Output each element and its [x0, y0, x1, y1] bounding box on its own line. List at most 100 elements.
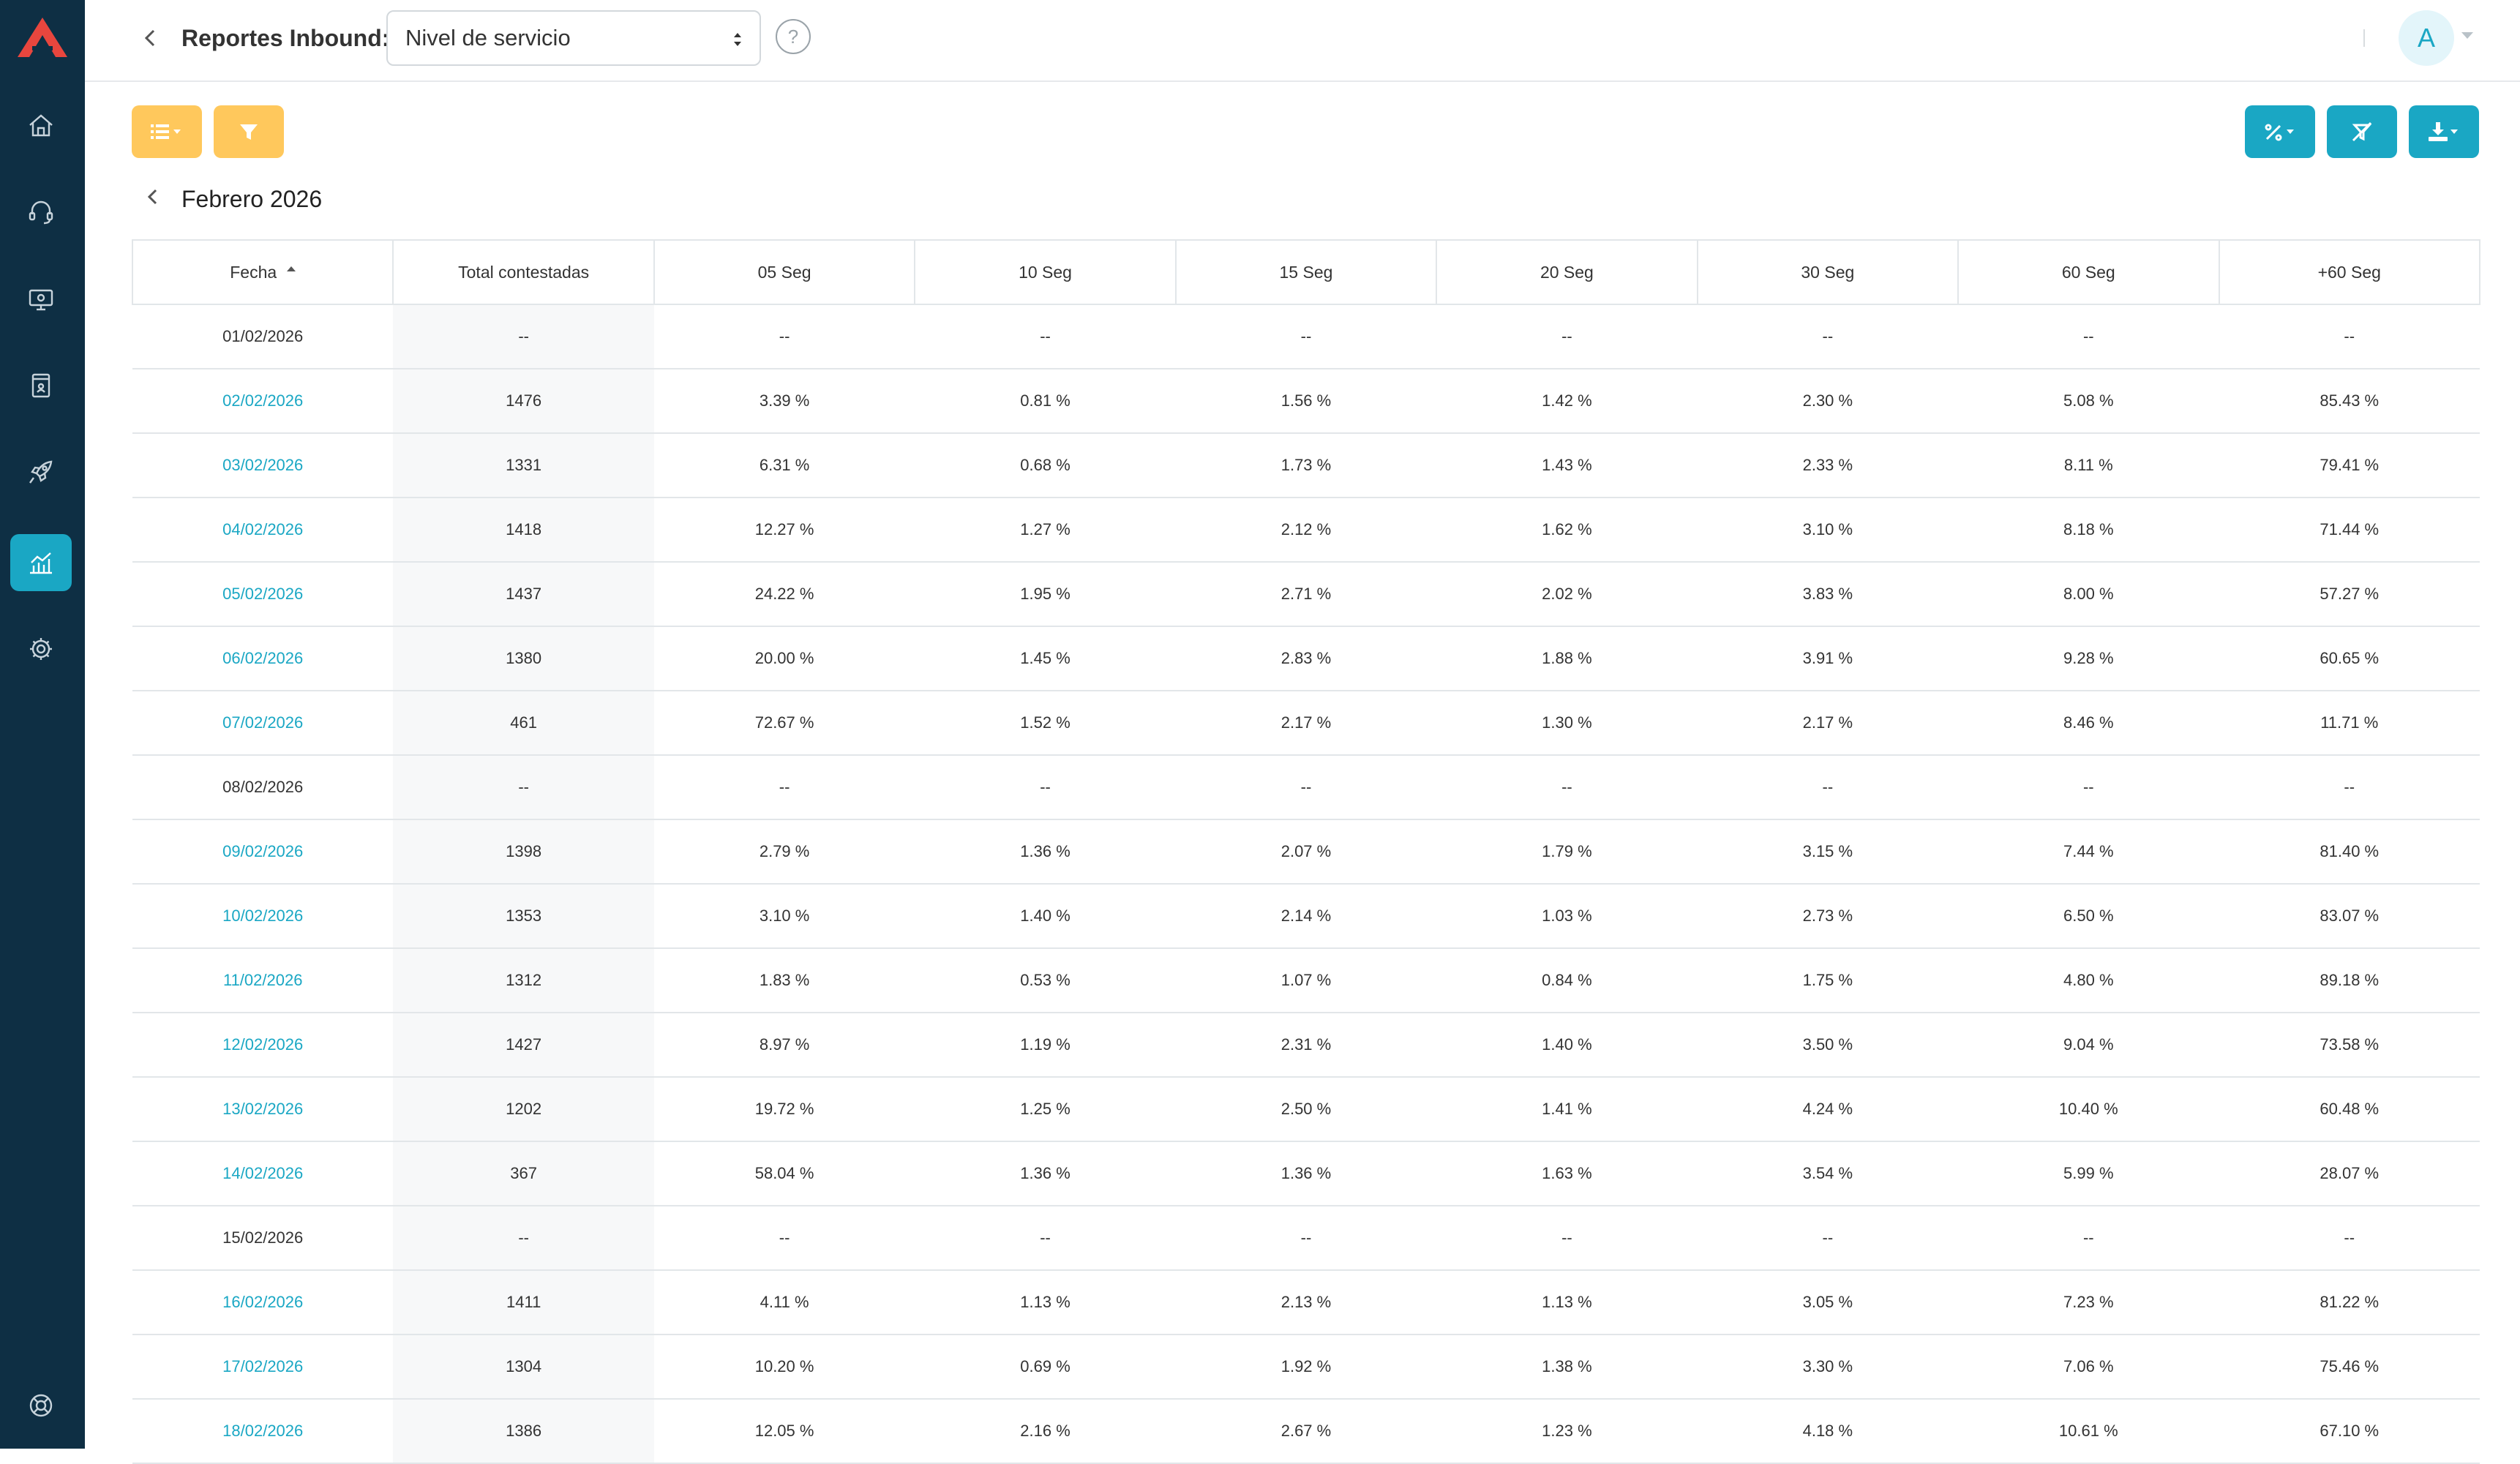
cell-s60: 4.80 %: [1958, 948, 2219, 1013]
help-button[interactable]: ?: [776, 19, 811, 54]
cell-s10: 1.36 %: [915, 1141, 1176, 1206]
download-button[interactable]: [2409, 105, 2479, 158]
date-link[interactable]: 02/02/2026: [132, 369, 394, 434]
date-link[interactable]: 10/02/2026: [132, 884, 394, 949]
date-link[interactable]: 17/02/2026: [132, 1335, 394, 1400]
cell-s05: 1.83 %: [653, 948, 915, 1013]
table-row: 10/02/2026 1353 3.10 % 1.40 % 2.14 % 1.03 % 2.…: [132, 884, 2480, 949]
table-header-row: Fecha Total contestadas 05 Seg 10 Seg 15…: [131, 239, 2480, 305]
date-link[interactable]: 14/02/2026: [132, 1141, 394, 1206]
cell-s30: --: [1697, 755, 1959, 820]
table-row: 09/02/2026 1398 2.79 % 1.36 % 2.07 % 1.79 % 3.…: [132, 819, 2480, 885]
table-row: 07/02/2026 461 72.67 % 1.52 % 2.17 % 1.30 % 2.…: [132, 691, 2480, 756]
cell-total: --: [393, 1206, 654, 1271]
cell-s30: --: [1697, 304, 1959, 369]
cell-s60: 8.11 %: [1958, 433, 2219, 498]
cell-s30: 1.75 %: [1697, 948, 1959, 1013]
date-link[interactable]: 18/02/2026: [132, 1399, 394, 1464]
table-row: 12/02/2026 1427 8.97 % 1.19 % 2.31 % 1.40 % 3.…: [132, 1013, 2480, 1078]
cell-s20: 1.13 %: [1436, 1270, 1698, 1335]
cell-s60p: 81.22 %: [2219, 1270, 2480, 1335]
cell-s10: --: [915, 304, 1176, 369]
date-link[interactable]: 11/02/2026: [132, 948, 394, 1013]
sidebar-item-reports[interactable]: [10, 534, 72, 591]
date-link[interactable]: 09/02/2026: [132, 819, 394, 885]
sidebar-item-home[interactable]: [10, 97, 72, 154]
app-logo[interactable]: [16, 16, 69, 59]
cell-total: 1398: [393, 819, 654, 885]
cell-s20: 1.38 %: [1436, 1335, 1698, 1400]
list-icon: [151, 124, 181, 139]
date-link[interactable]: 04/02/2026: [132, 498, 394, 563]
date-link[interactable]: 03/02/2026: [132, 433, 394, 498]
cell-s60p: 28.07 %: [2219, 1141, 2480, 1206]
cell-s15: 2.14 %: [1175, 884, 1437, 949]
cell-s15: 2.50 %: [1175, 1077, 1437, 1142]
sidebar-item-monitor[interactable]: [10, 271, 72, 328]
table-row: 01/02/2026 -- -- -- -- -- -- -- --: [132, 304, 2480, 369]
chevron-down-icon[interactable]: [2461, 32, 2473, 39]
table-row: 06/02/2026 1380 20.00 % 1.45 % 2.83 % 1.88 % 3…: [132, 626, 2480, 691]
date-link[interactable]: 12/02/2026: [132, 1013, 394, 1078]
cell-total: 1353: [393, 884, 654, 949]
sidebar-item-settings[interactable]: [10, 620, 72, 677]
table-row: 03/02/2026 1331 6.31 % 0.68 % 1.73 % 1.43 % 2.…: [132, 433, 2480, 498]
column-header-60plus[interactable]: +60 Seg: [2218, 239, 2480, 305]
report-type-value: Nivel de servicio: [405, 25, 571, 50]
cell-s05: --: [653, 304, 915, 369]
page-title: Reportes Inbound:: [181, 25, 390, 51]
cell-total: 1418: [393, 498, 654, 563]
user-avatar[interactable]: A: [2399, 10, 2454, 66]
date-link[interactable]: 05/02/2026: [132, 562, 394, 627]
cell-s20: 1.42 %: [1436, 369, 1698, 434]
column-header-total[interactable]: Total contestadas: [392, 239, 655, 305]
cell-total: 1202: [393, 1077, 654, 1142]
contacts-book-icon: [31, 373, 50, 398]
sidebar-item-campaigns[interactable]: [10, 443, 72, 500]
sidebar-item-contacts[interactable]: [10, 357, 72, 414]
cell-s15: 2.13 %: [1175, 1270, 1437, 1335]
sidebar-item-agents[interactable]: [10, 183, 72, 240]
column-header-fecha[interactable]: Fecha: [131, 239, 394, 305]
filter-button[interactable]: [214, 105, 284, 158]
cell-s20: 1.41 %: [1436, 1077, 1698, 1142]
cell-s30: 2.33 %: [1697, 433, 1959, 498]
sidebar-item-support[interactable]: [10, 1377, 72, 1434]
column-header-60[interactable]: 60 Seg: [1957, 239, 2220, 305]
cell-s60: 5.99 %: [1958, 1141, 2219, 1206]
cell-s15: 1.92 %: [1175, 1335, 1437, 1400]
cell-s60p: 73.58 %: [2219, 1013, 2480, 1078]
table-row: 13/02/2026 1202 19.72 % 1.25 % 2.50 % 1.41 % 4…: [132, 1077, 2480, 1142]
back-arrow-icon[interactable]: [136, 23, 165, 53]
column-header-30[interactable]: 30 Seg: [1696, 239, 1960, 305]
cell-total: 1312: [393, 948, 654, 1013]
cell-s15: 2.31 %: [1175, 1013, 1437, 1078]
cell-s05: 72.67 %: [653, 691, 915, 756]
table-row: 17/02/2026 1304 10.20 % 0.69 % 1.92 % 1.38 % 3…: [132, 1335, 2480, 1400]
column-header-15[interactable]: 15 Seg: [1174, 239, 1438, 305]
cell-total: --: [393, 304, 654, 369]
column-header-10[interactable]: 10 Seg: [914, 239, 1177, 305]
cell-s20: --: [1436, 304, 1698, 369]
cell-s05: --: [653, 1206, 915, 1271]
cell-s60p: 11.71 %: [2219, 691, 2480, 756]
view-options-button[interactable]: [132, 105, 202, 158]
cell-s15: 1.36 %: [1175, 1141, 1437, 1206]
clear-filters-button[interactable]: [2327, 105, 2397, 158]
date-link[interactable]: 13/02/2026: [132, 1077, 394, 1142]
date-link[interactable]: 16/02/2026: [132, 1270, 394, 1335]
service-level-table: Fecha Total contestadas 05 Seg 10 Seg 15…: [131, 239, 2480, 1464]
percentage-toggle-button[interactable]: [2245, 105, 2315, 158]
previous-month-icon[interactable]: [140, 184, 165, 209]
cell-s10: 1.27 %: [915, 498, 1176, 563]
cell-s10: --: [915, 1206, 1176, 1271]
date-link[interactable]: 07/02/2026: [132, 691, 394, 756]
column-header-05[interactable]: 05 Seg: [653, 239, 916, 305]
cell-total: 1304: [393, 1335, 654, 1400]
cell-total: 1386: [393, 1399, 654, 1464]
date-cell: 01/02/2026: [132, 304, 394, 369]
date-link[interactable]: 06/02/2026: [132, 626, 394, 691]
monitor-icon: [29, 289, 53, 311]
report-type-select[interactable]: Nivel de servicio: [386, 10, 761, 66]
column-header-20[interactable]: 20 Seg: [1436, 239, 1698, 305]
